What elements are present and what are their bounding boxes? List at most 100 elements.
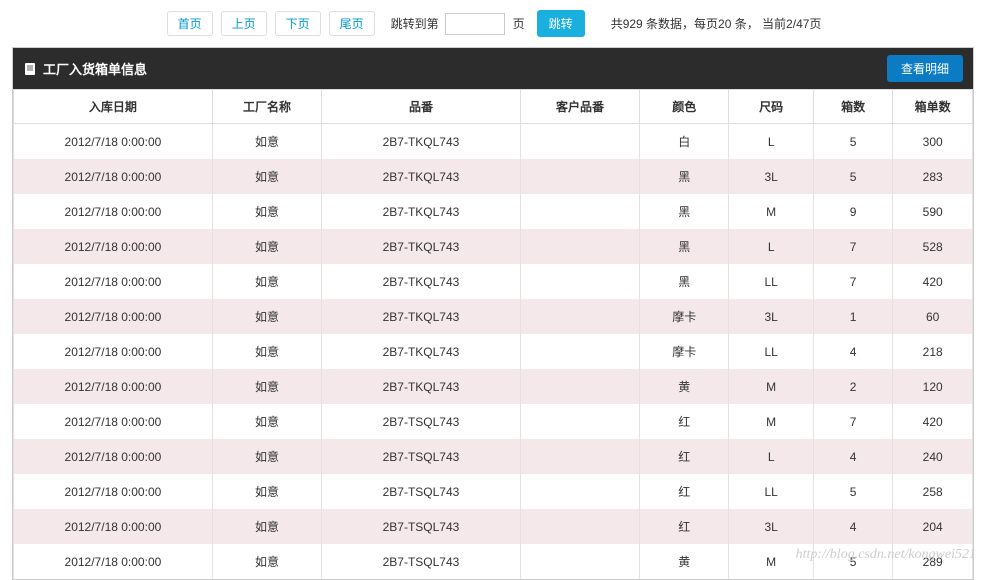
cell-item_no: 2B7-TKQL743: [322, 159, 521, 194]
header-boxes: 箱数: [813, 90, 892, 124]
cell-customer_item: [520, 544, 639, 579]
cell-factory: 如意: [212, 194, 321, 229]
table-row[interactable]: 2012/7/18 0:00:00如意2B7-TSQL743红L4240: [14, 439, 973, 474]
cell-factory: 如意: [212, 544, 321, 579]
document-icon: [23, 62, 37, 76]
header-factory: 工厂名称: [212, 90, 321, 124]
table-row[interactable]: 2012/7/18 0:00:00如意2B7-TSQL743红M7420: [14, 404, 973, 439]
cell-size: L: [729, 439, 813, 474]
table-row[interactable]: 2012/7/18 0:00:00如意2B7-TKQL743黄M2120: [14, 369, 973, 404]
cell-color: 摩卡: [640, 334, 729, 369]
cell-boxes: 5: [813, 124, 892, 160]
jump-button[interactable]: 跳转: [537, 10, 585, 37]
cell-customer_item: [520, 474, 639, 509]
cell-size: 3L: [729, 299, 813, 334]
cell-customer_item: [520, 334, 639, 369]
table-row[interactable]: 2012/7/18 0:00:00如意2B7-TKQL743黑LL7420: [14, 264, 973, 299]
page-suffix: 页: [513, 15, 525, 32]
cell-item_no: 2B7-TSQL743: [322, 439, 521, 474]
cell-factory: 如意: [212, 264, 321, 299]
cell-customer_item: [520, 159, 639, 194]
cell-item_no: 2B7-TKQL743: [322, 299, 521, 334]
panel-header: 工厂入货箱单信息 查看明细: [13, 48, 973, 89]
cell-boxes: 5: [813, 544, 892, 579]
cell-boxes: 7: [813, 229, 892, 264]
cell-units: 218: [893, 334, 973, 369]
cell-boxes: 1: [813, 299, 892, 334]
view-detail-button[interactable]: 查看明细: [887, 55, 963, 82]
cell-item_no: 2B7-TSQL743: [322, 544, 521, 579]
cell-factory: 如意: [212, 474, 321, 509]
cell-factory: 如意: [212, 334, 321, 369]
table-row[interactable]: 2012/7/18 0:00:00如意2B7-TKQL743黑L7528: [14, 229, 973, 264]
cell-units: 120: [893, 369, 973, 404]
cell-factory: 如意: [212, 439, 321, 474]
cell-color: 黄: [640, 369, 729, 404]
cell-date: 2012/7/18 0:00:00: [14, 404, 213, 439]
cell-color: 红: [640, 509, 729, 544]
cell-boxes: 4: [813, 509, 892, 544]
cell-customer_item: [520, 299, 639, 334]
cell-color: 白: [640, 124, 729, 160]
header-units: 箱单数: [893, 90, 973, 124]
cell-size: L: [729, 229, 813, 264]
last-page-link[interactable]: 尾页: [329, 11, 375, 36]
cell-units: 240: [893, 439, 973, 474]
prev-page-link[interactable]: 上页: [221, 11, 267, 36]
cell-size: M: [729, 404, 813, 439]
cell-date: 2012/7/18 0:00:00: [14, 264, 213, 299]
cell-factory: 如意: [212, 369, 321, 404]
table-row[interactable]: 2012/7/18 0:00:00如意2B7-TKQL743黑3L5283: [14, 159, 973, 194]
cell-boxes: 9: [813, 194, 892, 229]
pagination-info: 共929 条数据，每页20 条， 当前2/47页: [611, 15, 822, 32]
table-row[interactable]: 2012/7/18 0:00:00如意2B7-TKQL743黑M9590: [14, 194, 973, 229]
cell-customer_item: [520, 194, 639, 229]
cell-units: 300: [893, 124, 973, 160]
cell-customer_item: [520, 229, 639, 264]
cell-customer_item: [520, 439, 639, 474]
data-panel: 工厂入货箱单信息 查看明细 入库日期 工厂名称 品番 客户品番 颜色 尺码 箱数…: [12, 47, 974, 580]
table-row[interactable]: 2012/7/18 0:00:00如意2B7-TSQL743黄M5289: [14, 544, 973, 579]
cell-size: LL: [729, 334, 813, 369]
cell-boxes: 7: [813, 404, 892, 439]
cell-units: 283: [893, 159, 973, 194]
cell-size: LL: [729, 474, 813, 509]
table-row[interactable]: 2012/7/18 0:00:00如意2B7-TKQL743白L5300: [14, 124, 973, 160]
next-page-link[interactable]: 下页: [275, 11, 321, 36]
table-row[interactable]: 2012/7/18 0:00:00如意2B7-TSQL743红3L4204: [14, 509, 973, 544]
cell-size: LL: [729, 264, 813, 299]
cell-date: 2012/7/18 0:00:00: [14, 159, 213, 194]
cell-units: 420: [893, 264, 973, 299]
cell-color: 黄: [640, 544, 729, 579]
data-table: 入库日期 工厂名称 品番 客户品番 颜色 尺码 箱数 箱单数 2012/7/18…: [13, 89, 973, 579]
cell-item_no: 2B7-TSQL743: [322, 509, 521, 544]
cell-size: 3L: [729, 509, 813, 544]
cell-color: 黑: [640, 194, 729, 229]
table-row[interactable]: 2012/7/18 0:00:00如意2B7-TSQL743红LL5258: [14, 474, 973, 509]
cell-size: M: [729, 369, 813, 404]
table-header-row: 入库日期 工厂名称 品番 客户品番 颜色 尺码 箱数 箱单数: [14, 90, 973, 124]
cell-customer_item: [520, 264, 639, 299]
cell-color: 黑: [640, 159, 729, 194]
header-size: 尺码: [729, 90, 813, 124]
header-customer-item: 客户品番: [520, 90, 639, 124]
table-row[interactable]: 2012/7/18 0:00:00如意2B7-TKQL743摩卡LL4218: [14, 334, 973, 369]
cell-item_no: 2B7-TKQL743: [322, 264, 521, 299]
cell-factory: 如意: [212, 124, 321, 160]
cell-size: L: [729, 124, 813, 160]
cell-units: 60: [893, 299, 973, 334]
panel-title: 工厂入货箱单信息: [43, 59, 147, 78]
first-page-link[interactable]: 首页: [167, 11, 213, 36]
cell-factory: 如意: [212, 404, 321, 439]
jump-page-input[interactable]: [445, 13, 505, 35]
cell-date: 2012/7/18 0:00:00: [14, 544, 213, 579]
cell-date: 2012/7/18 0:00:00: [14, 334, 213, 369]
cell-item_no: 2B7-TSQL743: [322, 404, 521, 439]
cell-units: 258: [893, 474, 973, 509]
table-row[interactable]: 2012/7/18 0:00:00如意2B7-TKQL743摩卡3L160: [14, 299, 973, 334]
cell-units: 420: [893, 404, 973, 439]
cell-boxes: 7: [813, 264, 892, 299]
cell-boxes: 2: [813, 369, 892, 404]
cell-size: M: [729, 194, 813, 229]
cell-units: 204: [893, 509, 973, 544]
